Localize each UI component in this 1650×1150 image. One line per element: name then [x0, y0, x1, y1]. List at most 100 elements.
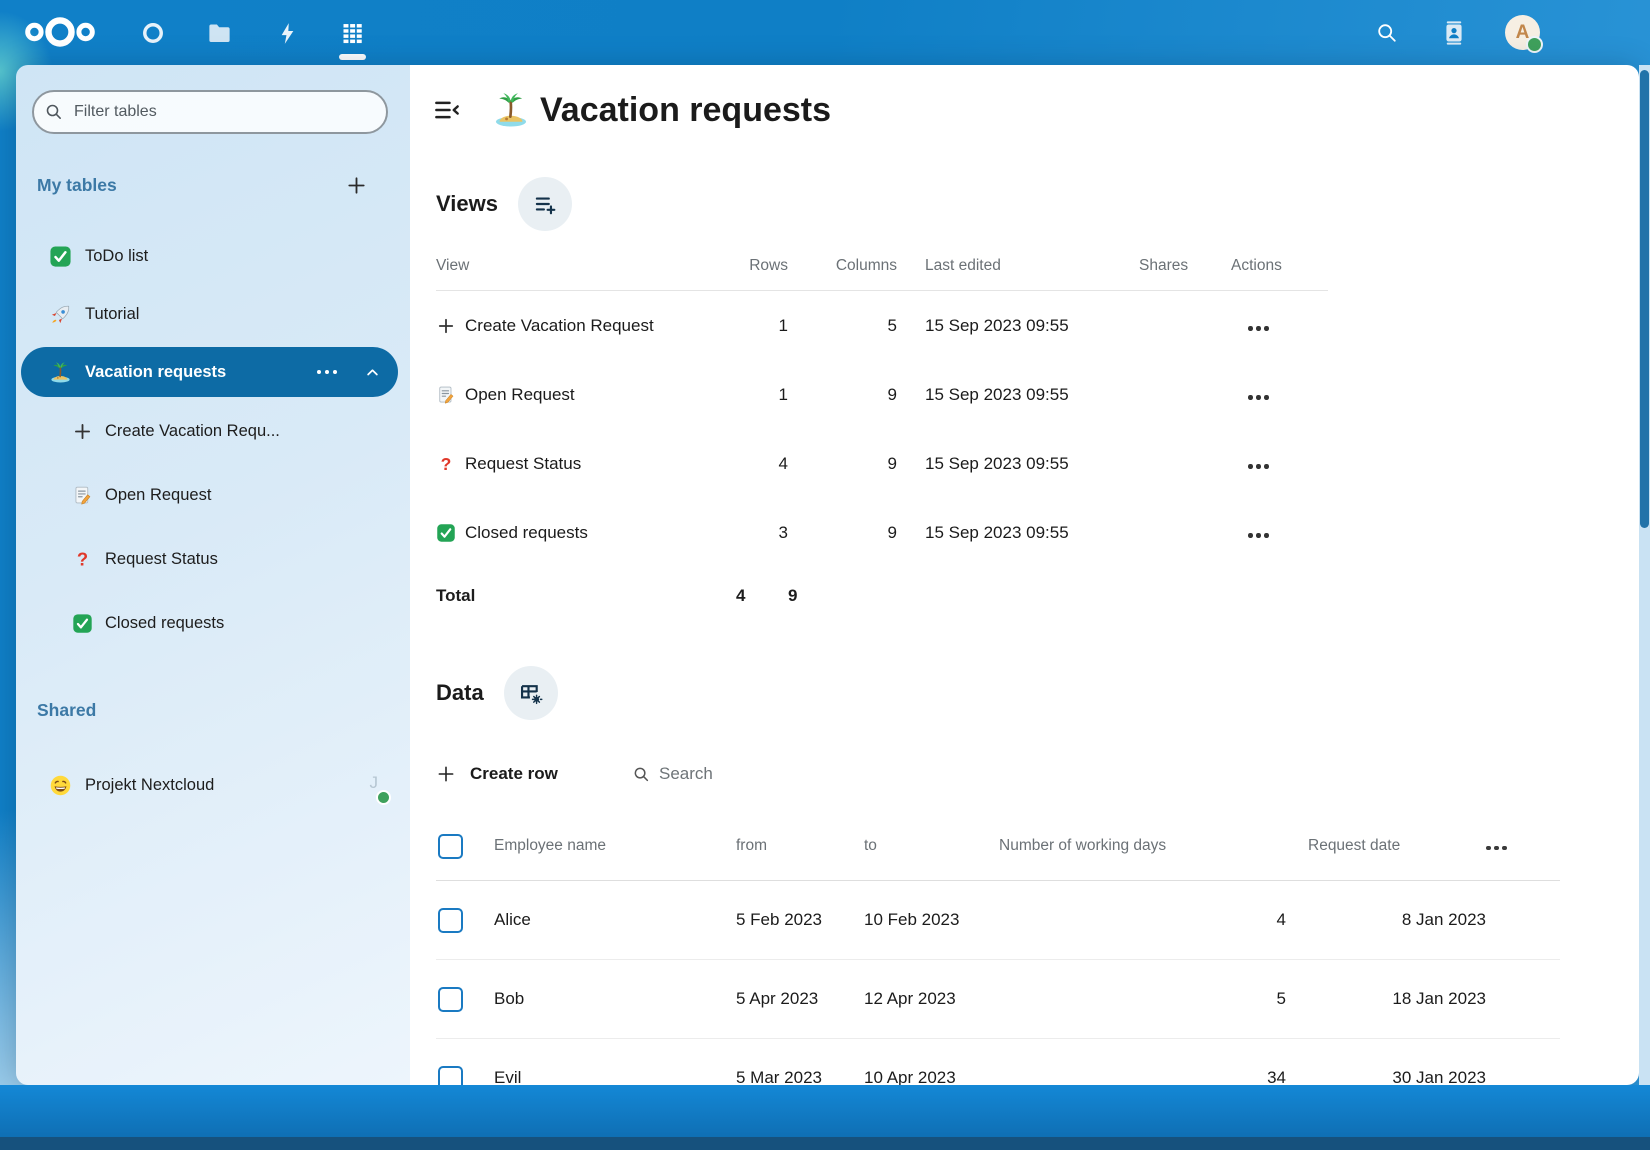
- data-col-from: from: [736, 837, 767, 854]
- global-search-button[interactable]: [1369, 15, 1405, 51]
- data-table-body: Alice 5 Feb 2023 10 Feb 2023 4 8 Jan 202…: [436, 881, 1560, 1085]
- add-table-button[interactable]: [342, 171, 370, 199]
- views-total-rows: 4: [736, 586, 746, 605]
- table-row[interactable]: Evil 5 Mar 2023 10 Apr 2023 34 30 Jan 20…: [436, 1039, 1560, 1085]
- data-columns-more-button[interactable]: [1486, 845, 1507, 850]
- cell-working-days: 4: [1276, 910, 1286, 929]
- table-actions-button[interactable]: [316, 369, 337, 375]
- filter-tables-field: [32, 90, 388, 134]
- plus-icon: [436, 316, 456, 336]
- view-columns-count: 9: [887, 384, 897, 404]
- app-files-button[interactable]: [201, 15, 237, 51]
- contacts-menu-button[interactable]: [1436, 15, 1472, 51]
- main-content: Vacation requests Views View Rows Column…: [410, 65, 1639, 1085]
- view-rows-count: 1: [778, 315, 788, 335]
- table-options-button[interactable]: [503, 666, 558, 720]
- cell-working-days: 5: [1276, 989, 1286, 1008]
- view-rows-count: 1: [778, 384, 788, 404]
- scrollbar-thumb[interactable]: [1640, 70, 1649, 528]
- cell-request-date: 30 Jan 2023: [1392, 1068, 1486, 1085]
- views-total-row: Total 4 9: [436, 567, 1328, 625]
- row-checkbox[interactable]: [438, 986, 463, 1012]
- collapse-sidebar-icon[interactable]: [432, 95, 462, 125]
- cell-to-date: 10 Feb 2023: [864, 910, 960, 929]
- views-table-header: View Rows Columns Last edited Shares Act…: [436, 242, 1328, 291]
- cell-working-days: 34: [1267, 1068, 1286, 1085]
- grin-icon: [49, 774, 72, 797]
- views-col-columns: Columns: [835, 257, 897, 274]
- chevron-up-icon[interactable]: [363, 363, 382, 382]
- check-green-icon: [436, 523, 456, 543]
- owner-initial-badge: J: [369, 773, 379, 792]
- sidebar-view-item[interactable]: Closed requests: [21, 598, 398, 648]
- sidebar-view-label: Create Vacation Requ...: [105, 421, 280, 440]
- views-section-heading: Views: [436, 176, 572, 232]
- memo-icon: [72, 485, 93, 506]
- sidebar-view-item[interactable]: Open Request: [21, 470, 398, 520]
- view-name: Create Vacation Request: [465, 315, 654, 335]
- check-green-icon: [49, 245, 72, 268]
- dashboard-icon: [143, 23, 163, 43]
- view-columns-count: 5: [887, 315, 897, 335]
- svg-text:?: ?: [77, 549, 88, 570]
- view-row[interactable]: Create Vacation Request 1 5 15 Sep 2023 …: [436, 291, 1328, 360]
- views-heading-label: Views: [436, 191, 498, 216]
- view-name: Request Status: [465, 453, 582, 473]
- sidebar-view-item[interactable]: ? Request Status: [21, 534, 398, 584]
- app-dashboard-button[interactable]: [135, 15, 171, 51]
- table-row[interactable]: Bob 5 Apr 2023 12 Apr 2023 5 18 Jan 2023: [436, 960, 1560, 1039]
- data-search-label: Search: [659, 764, 713, 783]
- my-tables-heading-label: My tables: [37, 174, 117, 195]
- data-col-employee: Employee name: [494, 837, 607, 854]
- view-row[interactable]: Open Request 1 9 15 Sep 2023 09:55: [436, 360, 1328, 429]
- sidebar-view-item[interactable]: Create Vacation Requ...: [21, 406, 398, 456]
- sidebar-table-item-tutorial[interactable]: Tutorial: [21, 289, 398, 339]
- user-status-dot: [1526, 36, 1543, 53]
- sidebar-table-item-todo-list[interactable]: ToDo list: [21, 231, 398, 281]
- cell-employee-name: Bob: [494, 989, 525, 1008]
- view-actions-button[interactable]: [1248, 464, 1269, 469]
- question-icon: ?: [72, 549, 93, 570]
- sidebar-shared-item[interactable]: Projekt Nextcloud J: [21, 760, 398, 810]
- island-icon: [49, 361, 72, 384]
- active-app-indicator: [339, 54, 366, 60]
- view-actions-button[interactable]: [1248, 326, 1269, 331]
- page-title: Vacation requests: [540, 90, 832, 129]
- views-col-rows: Rows: [749, 257, 788, 274]
- views-total-columns: 9: [788, 586, 798, 605]
- select-all-checkbox[interactable]: [438, 833, 463, 859]
- data-search-button[interactable]: Search: [632, 752, 713, 796]
- plus-icon: [438, 766, 454, 782]
- view-row[interactable]: Closed requests 3 9 15 Sep 2023 09:55: [436, 498, 1328, 567]
- filter-search-icon: [46, 104, 61, 119]
- row-checkbox[interactable]: [438, 907, 463, 933]
- row-checkbox[interactable]: [438, 1065, 463, 1085]
- view-row[interactable]: ? Request Status 4 9 15 Sep 2023 09:55: [436, 429, 1328, 498]
- create-row-label: Create row: [470, 764, 558, 783]
- user-avatar[interactable]: A: [1505, 15, 1543, 53]
- data-section-heading: Data: [436, 665, 558, 721]
- app-content-card: My tables ToDo list Tutorial Vacation re…: [16, 65, 1639, 1085]
- cell-employee-name: Evil: [494, 1068, 522, 1085]
- views-table: View Rows Columns Last edited Shares Act…: [436, 242, 1328, 625]
- sidebar-item-label: Vacation requests: [85, 362, 227, 381]
- views-col-actions: Actions: [1231, 257, 1282, 274]
- view-last-edited: 15 Sep 2023 09:55: [925, 453, 1069, 473]
- rocket-icon: [49, 303, 72, 326]
- check-green-icon: [72, 613, 93, 634]
- view-actions-button[interactable]: [1248, 533, 1269, 538]
- nextcloud-logo[interactable]: [18, 16, 102, 48]
- sidebar-item-label: ToDo list: [85, 246, 149, 265]
- table-row[interactable]: Alice 5 Feb 2023 10 Feb 2023 4 8 Jan 202…: [436, 881, 1560, 960]
- sidebar-table-item-vacation-requests[interactable]: Vacation requests: [21, 347, 398, 397]
- app-activity-button[interactable]: [269, 15, 305, 51]
- background-bottom-line: [0, 1137, 1650, 1150]
- view-actions-button[interactable]: [1248, 395, 1269, 400]
- svg-text:?: ?: [441, 454, 452, 474]
- view-name: Closed requests: [465, 522, 588, 542]
- filter-tables-input[interactable]: [32, 90, 388, 134]
- app-tables-button[interactable]: [334, 15, 370, 51]
- create-view-button[interactable]: [517, 177, 572, 231]
- create-row-button[interactable]: Create row: [436, 752, 558, 796]
- cell-request-date: 8 Jan 2023: [1401, 910, 1486, 929]
